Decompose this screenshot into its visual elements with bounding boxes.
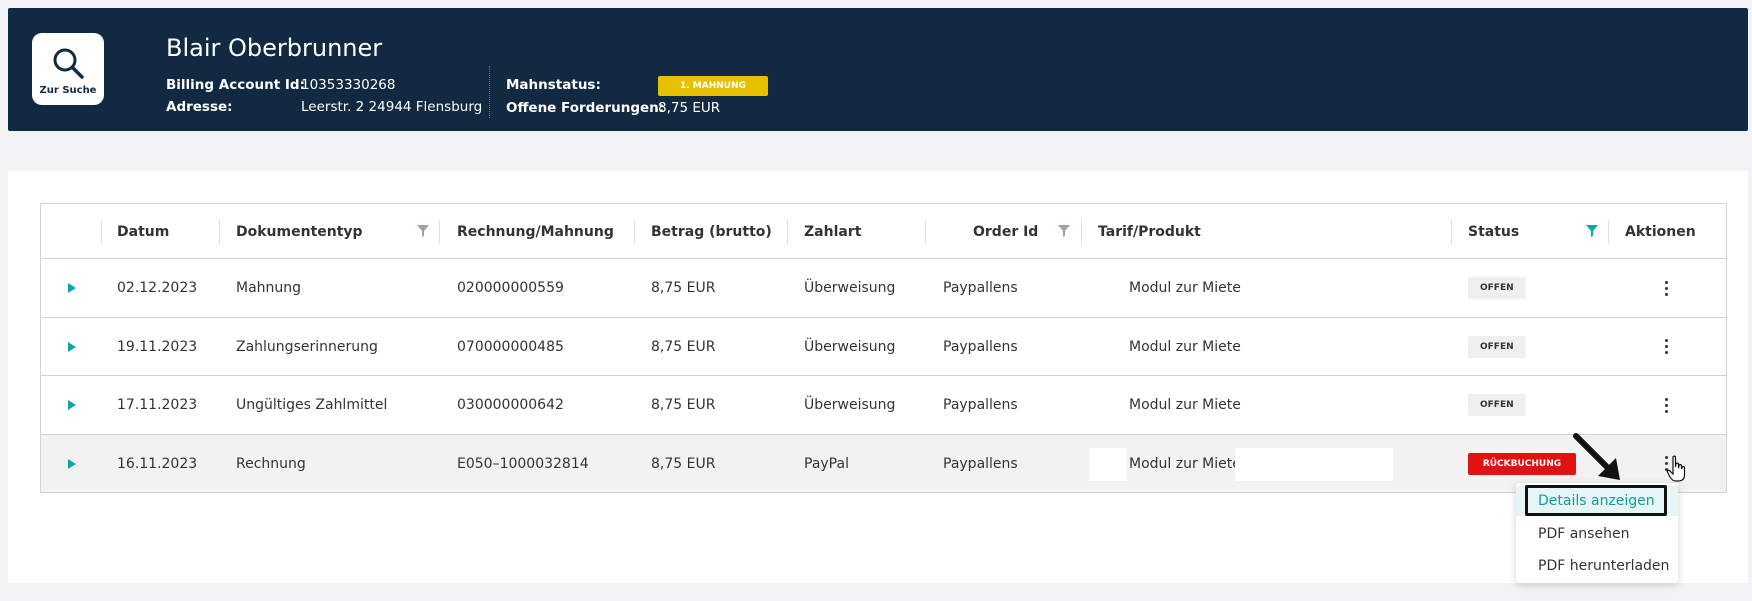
column-header-order-id[interactable]: Order Id (973, 204, 1038, 259)
cell-zahlart: Überweisung (804, 280, 896, 296)
cell-zahlart: PayPal (804, 455, 849, 472)
column-separator (1608, 220, 1609, 244)
redaction-box (928, 216, 968, 243)
menu-item-pdf-ansehen[interactable]: PDF ansehen (1516, 519, 1678, 549)
row-actions-menu-icon[interactable] (1658, 394, 1674, 416)
cell-datum: 17.11.2023 (117, 397, 198, 413)
table-row[interactable]: 16.11.2023 Rechnung E050–1000032814 8,75… (41, 434, 1726, 493)
column-separator (925, 220, 926, 244)
row-actions-menu-icon[interactable] (1658, 336, 1674, 358)
column-separator (634, 220, 635, 244)
documents-table: Datum Dokumententyp Rechnung/Mahnung Bet… (40, 203, 1727, 493)
cell-dokumententyp: Ungültiges Zahlmittel (236, 397, 388, 413)
status-badge: RÜCKBUCHUNG (1468, 452, 1576, 475)
cell-betrag: 8,75 EUR (651, 455, 716, 472)
filter-active-icon[interactable] (1586, 225, 1598, 237)
column-separator (439, 220, 440, 244)
menu-item-details-anzeigen[interactable]: Details anzeigen (1516, 486, 1678, 516)
address-value: Leerstr. 2 24944 Flensburg (301, 99, 483, 115)
cell-order-id: Paypallens (943, 338, 1018, 355)
mahnstatus-label: Mahnstatus: (506, 77, 601, 93)
column-header-zahlart[interactable]: Zahlart (804, 204, 861, 259)
cell-zahlart: Überweisung (804, 397, 896, 413)
cell-zahlart: Überweisung (804, 338, 896, 355)
column-header-aktionen: Aktionen (1625, 223, 1696, 240)
search-icon (53, 48, 84, 79)
expand-row-icon[interactable] (68, 341, 76, 352)
cell-tarif: Modul zur Miete (1129, 280, 1241, 296)
table-header: Datum Dokumententyp Rechnung/Mahnung Bet… (41, 204, 1726, 259)
redaction-box (1235, 447, 1393, 481)
cell-order-id: Paypallens (943, 397, 1018, 413)
annotation-arrow-icon (1573, 433, 1620, 480)
offene-forderungen-value: 8,75 EUR (658, 100, 721, 116)
column-separator (219, 220, 220, 244)
column-header-betrag[interactable]: Betrag (brutto) (651, 204, 772, 259)
cell-datum: 02.12.2023 (117, 280, 198, 296)
cell-tarif: Modul zur Miete (1129, 397, 1241, 413)
customer-name: Blair Oberbrunner (166, 34, 383, 62)
status-badge: OFFEN (1468, 394, 1526, 416)
search-button[interactable]: Zur Suche (32, 33, 104, 105)
header-divider (489, 66, 490, 118)
redaction-box (1089, 447, 1127, 481)
table-row[interactable]: 17.11.2023 Ungültiges Zahlmittel 0300000… (41, 376, 1726, 435)
column-separator (101, 220, 102, 244)
column-header-status[interactable]: Status (1468, 204, 1519, 259)
column-header-rechnung[interactable]: Rechnung/Mahnung (457, 204, 614, 259)
cell-datum: 16.11.2023 (117, 455, 198, 472)
expand-row-icon[interactable] (68, 400, 76, 410)
mahnstatus-badge: 1. MAHNUNG (658, 76, 768, 96)
column-header-datum[interactable]: Datum (117, 204, 169, 259)
billing-account-label: Billing Account Id: (166, 77, 305, 93)
column-separator (1081, 220, 1082, 244)
search-button-label: Zur Suche (39, 84, 97, 96)
billing-account-value: 10353330268 (301, 77, 396, 93)
expand-row-icon[interactable] (68, 283, 76, 293)
row-actions-menu-icon[interactable] (1658, 277, 1674, 299)
filter-icon[interactable] (1058, 225, 1070, 237)
address-label: Adresse: (166, 99, 233, 115)
column-header-tarif[interactable]: Tarif/Produkt (1098, 204, 1201, 259)
cell-tarif: Modul zur Miete (1129, 455, 1241, 472)
cell-betrag: 8,75 EUR (651, 338, 716, 355)
menu-item-pdf-herunterladen[interactable]: PDF herunterladen (1516, 551, 1678, 581)
row-actions-dropdown: Details anzeigen PDF ansehen PDF herunte… (1516, 483, 1678, 583)
cell-rechnung: 070000000485 (457, 338, 564, 355)
column-separator (787, 220, 788, 244)
offene-forderungen-label: Offene Forderungen: (506, 100, 665, 116)
status-badge: OFFEN (1468, 335, 1526, 358)
cell-order-id: Paypallens (943, 455, 1018, 472)
cell-tarif: Modul zur Miete (1129, 338, 1241, 355)
cell-betrag: 8,75 EUR (651, 280, 716, 296)
hand-cursor-icon (1666, 455, 1686, 482)
cell-rechnung: E050–1000032814 (457, 455, 589, 472)
cell-dokumententyp: Zahlungserinnerung (236, 338, 378, 355)
filter-icon[interactable] (417, 225, 429, 237)
table-row[interactable]: 02.12.2023 Mahnung 020000000559 8,75 EUR… (41, 259, 1726, 318)
column-header-dokumententyp[interactable]: Dokumententyp (236, 204, 363, 259)
status-badge: OFFEN (1468, 277, 1526, 299)
expand-row-icon[interactable] (68, 458, 76, 469)
cell-rechnung: 020000000559 (457, 280, 564, 296)
cell-rechnung: 030000000642 (457, 397, 564, 413)
column-separator (1451, 220, 1452, 244)
cell-dokumententyp: Rechnung (236, 455, 306, 472)
account-header: Zur Suche Blair Oberbrunner (8, 8, 1748, 131)
cell-dokumententyp: Mahnung (236, 280, 302, 296)
cell-betrag: 8,75 EUR (651, 397, 716, 413)
cell-order-id: Paypallens (943, 280, 1018, 296)
table-row[interactable]: 19.11.2023 Zahlungserinnerung 0700000004… (41, 318, 1726, 376)
cell-datum: 19.11.2023 (117, 338, 198, 355)
